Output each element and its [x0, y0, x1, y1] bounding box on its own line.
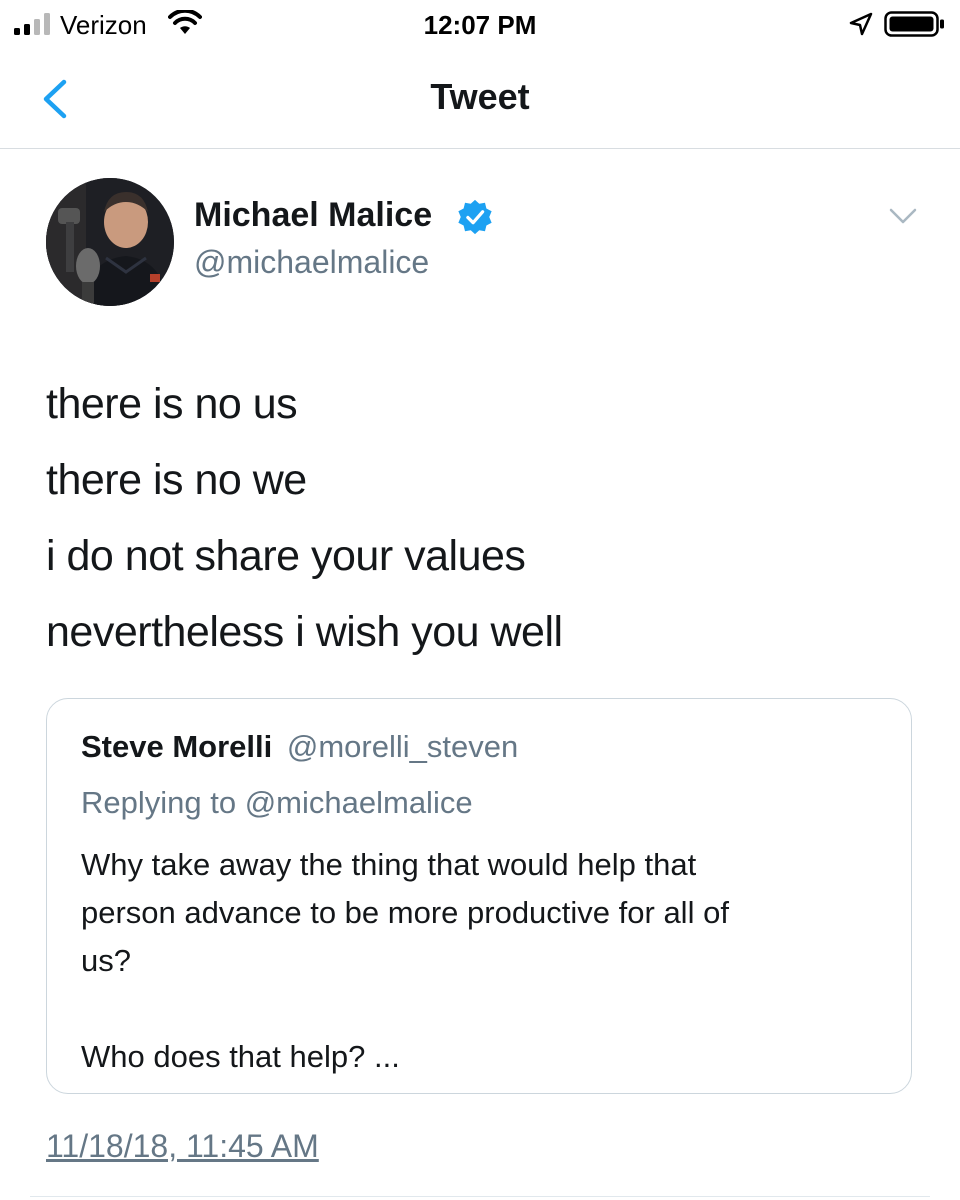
- quoted-tweet-header: Steve Morelli @morelli_steven: [81, 729, 518, 765]
- tweet-line: i do not share your values: [46, 532, 526, 580]
- quoted-tweet-card[interactable]: Steve Morelli @morelli_steven Replying t…: [46, 698, 912, 1094]
- tweet-line: there is no we: [46, 456, 307, 504]
- quoted-author-name: Steve Morelli: [81, 729, 273, 764]
- avatar-image: [46, 178, 174, 306]
- tweet-line: nevertheless i wish you well: [46, 608, 563, 656]
- quoted-line: us?: [81, 943, 131, 978]
- battery-icon: [884, 11, 944, 37]
- quoted-line: Who does that help? ...: [81, 1039, 400, 1074]
- verified-badge-icon: [458, 199, 492, 235]
- avatar[interactable]: [46, 178, 174, 306]
- location-icon: [849, 12, 873, 36]
- divider: [30, 1196, 930, 1197]
- quoted-tweet-text: Why take away the thing that would help …: [81, 841, 881, 1081]
- author-name[interactable]: Michael Malice: [194, 196, 432, 235]
- tweet-timestamp[interactable]: 11/18/18, 11:45 AM: [46, 1128, 319, 1165]
- status-bar: Verizon 12:07 PM: [0, 0, 960, 48]
- author-handle[interactable]: @michaelmalice: [194, 244, 429, 281]
- chevron-down-icon[interactable]: [888, 206, 918, 226]
- quoted-line: Why take away the thing that would help …: [81, 847, 697, 882]
- tweet-text: there is no us there is no we i do not s…: [46, 366, 926, 670]
- nav-bar: Tweet: [0, 56, 960, 149]
- page-title: Tweet: [430, 76, 530, 117]
- replying-to-label: Replying to @michaelmalice: [81, 785, 473, 820]
- tweet-line: there is no us: [46, 380, 298, 428]
- quoted-line: person advance to be more productive for…: [81, 895, 729, 930]
- quoted-line: [81, 985, 881, 1033]
- quoted-author-handle: @morelli_steven: [286, 729, 519, 764]
- status-time: 12:07 PM: [423, 10, 537, 40]
